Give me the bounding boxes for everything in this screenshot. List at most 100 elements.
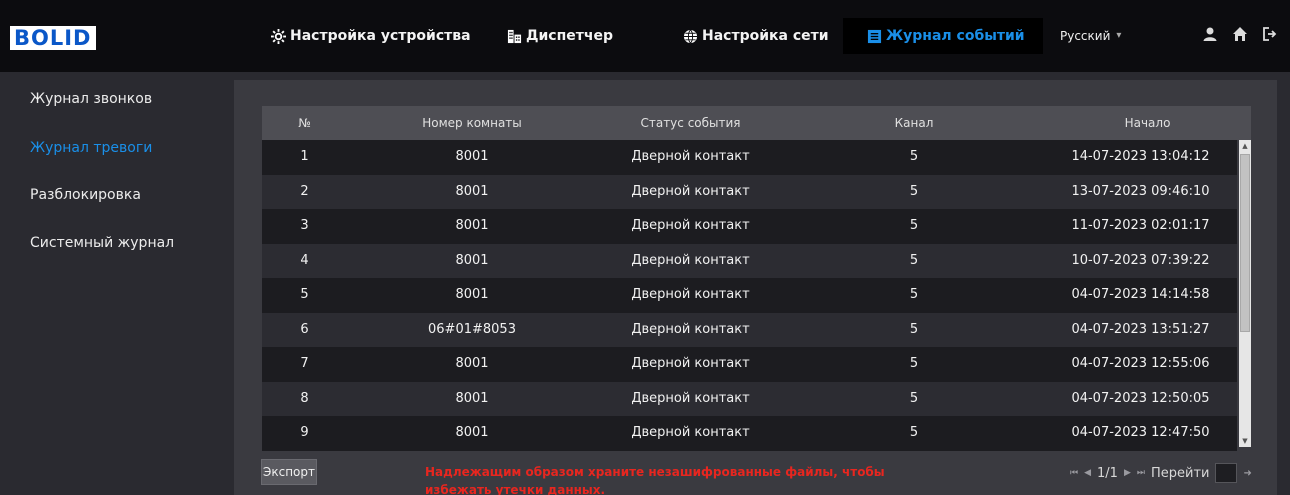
sidebar-item-call-log[interactable]: Журнал звонков (30, 91, 152, 107)
column-header-status: Статус события (640, 116, 741, 130)
table-row[interactable]: 5 8001 Дверной контакт 5 04-07-2023 14:14:58 (262, 278, 1237, 313)
table-row[interactable]: 7 8001 Дверной контакт 5 04-07-2023 12:55:06 (262, 347, 1237, 382)
nav-dispatcher[interactable]: Диспетчер (507, 22, 613, 50)
table-row[interactable]: 1 8001 Дверной контакт 5 14-07-2023 13:04:12 (262, 140, 1237, 175)
cell-channel: 5 (909, 425, 919, 440)
top-icons (1202, 26, 1278, 42)
cell-channel: 5 (909, 149, 919, 164)
nav-device-settings[interactable]: Настройка устройства (271, 22, 471, 50)
cell-start: 04-07-2023 12:55:06 (1071, 356, 1210, 371)
nav-network-settings[interactable]: Настройка сети (683, 22, 829, 50)
cell-channel: 5 (909, 356, 919, 371)
cell-room: 8001 (455, 252, 489, 268)
language-select[interactable]: Русский ▾ (1060, 22, 1121, 50)
nav-event-log-label: Журнал событий (886, 28, 1025, 44)
table-row[interactable]: 2 8001 Дверной контакт 5 13-07-2023 09:46:10 (262, 174, 1237, 209)
cell-room: 8001 (455, 356, 489, 371)
cell-number: 5 (300, 287, 309, 302)
prev-page-icon[interactable]: ◀ (1084, 468, 1091, 478)
cell-channel: 5 (909, 287, 919, 302)
table-row[interactable]: 4 8001 Дверной контакт 5 10-07-2023 07:39:22 (262, 243, 1237, 278)
column-header-channel: Канал (894, 116, 934, 130)
go-arrow-icon[interactable]: ➜ (1243, 468, 1251, 479)
cell-room: 8001 (455, 218, 489, 233)
top-navigation-bar: BOLID Настройка устройства Диспетчер Нас… (0, 0, 1290, 72)
cell-number: 6 (300, 321, 309, 337)
logout-icon[interactable] (1262, 26, 1278, 42)
nav-network-settings-label: Настройка сети (702, 28, 829, 44)
bolid-logo: BOLID (10, 26, 96, 50)
table-scrollbar[interactable]: ▲ ▼ (1239, 140, 1251, 447)
table-row[interactable]: 8 8001 Дверной контакт 5 04-07-2023 12:50:05 (262, 381, 1237, 416)
last-page-icon[interactable]: ⏭ (1137, 468, 1145, 478)
cell-room: 8001 (455, 287, 489, 302)
cell-status: Дверной контакт (631, 321, 750, 337)
cell-status: Дверной контакт (631, 218, 750, 233)
sidebar: Журнал звонков Журнал тревоги Разблокиро… (0, 72, 220, 495)
page-number-input[interactable] (1215, 463, 1238, 483)
cell-number: 7 (300, 356, 309, 371)
table-row[interactable]: 6 06#01#8053 Дверной контакт 5 04-07-2023 13… (262, 312, 1237, 347)
table-header: № Номер комнаты Статус события Канал Нач… (262, 106, 1251, 140)
column-header-room: Номер комнаты (422, 116, 522, 130)
cell-start: 04-07-2023 14:14:58 (1071, 287, 1210, 302)
sidebar-item-system-log[interactable]: Системный журнал (30, 235, 174, 251)
nav-device-settings-label: Настройка устройства (290, 28, 471, 44)
scroll-up-icon[interactable]: ▲ (1239, 140, 1251, 152)
cell-status: Дверной контакт (631, 356, 750, 371)
cell-number: 4 (300, 252, 309, 268)
cell-status: Дверной контакт (631, 183, 750, 199)
cell-start: 04-07-2023 12:47:50 (1071, 425, 1210, 440)
next-page-icon[interactable]: ▶ (1124, 468, 1131, 478)
table-body: 1 8001 Дверной контакт 5 14-07-2023 13:04:12… (262, 140, 1237, 451)
table-row[interactable]: 9 8001 Дверной контакт 5 04-07-2023 12:47:50 (262, 416, 1237, 451)
cell-status: Дверной контакт (631, 149, 750, 164)
export-button[interactable]: Экспорт (261, 459, 317, 485)
cell-number: 3 (300, 218, 309, 233)
warning-message: Надлежащим образом храните незашифрованн… (425, 465, 885, 495)
cell-number: 1 (300, 149, 309, 164)
cell-channel: 5 (909, 252, 919, 268)
page-indicator: 1/1 (1097, 465, 1118, 481)
pagination: ⏮ ◀ 1/1 ▶ ⏭ Перейти ➜ (1070, 462, 1252, 484)
nav-event-log[interactable]: Журнал событий (867, 22, 1025, 50)
cell-room: 8001 (455, 390, 489, 406)
cell-number: 8 (300, 390, 309, 406)
cell-start: 04-07-2023 12:50:05 (1071, 390, 1210, 406)
chevron-down-icon: ▾ (1116, 30, 1122, 41)
scroll-down-icon[interactable]: ▼ (1239, 435, 1251, 447)
goto-label: Перейти (1150, 465, 1210, 481)
first-page-icon[interactable]: ⏮ (1070, 468, 1078, 478)
sidebar-item-unlock[interactable]: Разблокировка (30, 187, 141, 203)
cell-channel: 5 (909, 390, 919, 406)
cell-number: 9 (300, 425, 309, 440)
cell-number: 2 (300, 183, 309, 199)
table-row[interactable]: 3 8001 Дверной контакт 5 11-07-2023 02:01:17 (262, 209, 1237, 244)
user-icon[interactable] (1202, 26, 1218, 42)
home-icon[interactable] (1232, 26, 1248, 42)
column-header-start: Начало (1124, 116, 1171, 130)
language-value: Русский (1060, 29, 1111, 43)
cell-start: 13-07-2023 09:46:10 (1071, 183, 1210, 199)
cell-room: 8001 (455, 183, 489, 199)
sidebar-item-alarm-log[interactable]: Журнал тревоги (30, 140, 152, 156)
cell-channel: 5 (909, 321, 919, 337)
cell-start: 10-07-2023 07:39:22 (1071, 252, 1210, 268)
cell-room: 06#01#8053 (428, 321, 516, 337)
cell-start: 14-07-2023 13:04:12 (1071, 149, 1210, 164)
alarm-log-table: № Номер комнаты Статус события Канал Нач… (262, 106, 1251, 451)
log-icon (867, 29, 882, 44)
cell-status: Дверной контакт (631, 252, 750, 268)
scroll-thumb[interactable] (1240, 154, 1250, 332)
cell-status: Дверной контакт (631, 390, 750, 406)
cell-channel: 5 (909, 183, 919, 199)
cell-room: 8001 (455, 425, 489, 440)
building-icon (507, 29, 522, 44)
cell-status: Дверной контакт (631, 287, 750, 302)
cell-start: 11-07-2023 02:01:17 (1071, 218, 1210, 233)
gear-icon (271, 28, 286, 44)
nav-dispatcher-label: Диспетчер (526, 28, 613, 44)
column-header-number: № (298, 116, 311, 130)
cell-status: Дверной контакт (631, 425, 750, 440)
globe-icon (683, 29, 698, 44)
